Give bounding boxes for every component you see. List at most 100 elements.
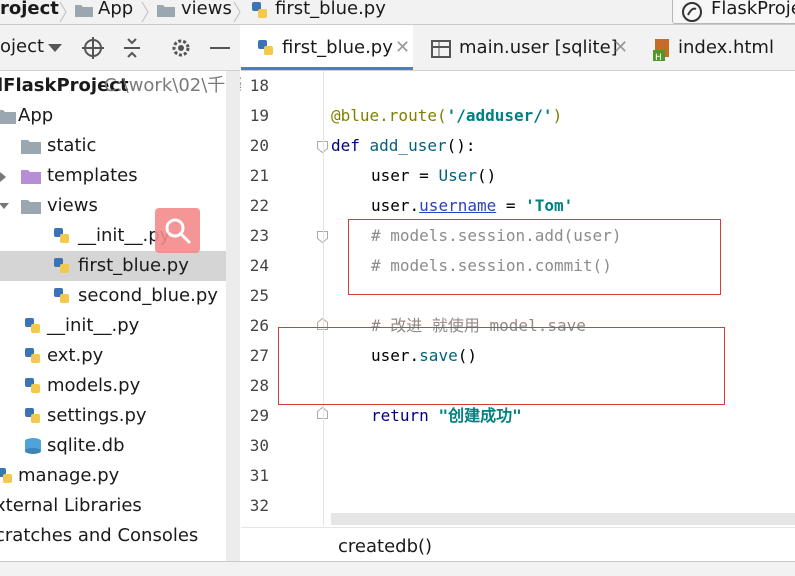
tab-first-blue[interactable]: first_blue.py ✕ xyxy=(241,25,413,70)
chevron-right-icon xyxy=(233,1,241,23)
tree-item-first-blue[interactable]: first_blue.py xyxy=(0,251,240,281)
code-editor[interactable]: @blue.route('/adduser/') def add_user():… xyxy=(278,71,795,526)
folder-icon xyxy=(157,5,175,17)
code-token: = xyxy=(496,196,526,215)
tree-item-sqlite-db[interactable]: sqlite.db xyxy=(0,431,240,461)
tab-label: main.user [sqlite] xyxy=(459,37,618,58)
editor-gutter: 18 19 20 21 22 23 24 25 26 27 28 29 30 3… xyxy=(241,71,331,526)
tree-item-scratches[interactable]: cratches and Consoles xyxy=(0,521,240,551)
tab-main-user-sqlite[interactable]: main.user [sqlite] ✕ xyxy=(413,25,635,70)
line-number: 24 xyxy=(249,256,269,275)
navigation-bar: roject App views first_blue.py FlaskProj… xyxy=(0,0,795,25)
line-number: 29 xyxy=(249,406,269,425)
close-icon[interactable]: ✕ xyxy=(613,37,628,58)
tree-item-label: templates xyxy=(47,165,138,186)
chevron-down-icon[interactable] xyxy=(0,203,9,210)
tree-item-external-libraries[interactable]: xternal Libraries xyxy=(0,491,240,521)
chevron-right-icon[interactable] xyxy=(0,172,6,182)
breadcrumb-app[interactable]: App xyxy=(98,0,133,23)
code-line-20: def add_user(): xyxy=(331,131,476,161)
code-line-29: return "创建成功" xyxy=(371,401,522,431)
line-number: 20 xyxy=(249,136,269,155)
editor-horizontal-scrollbar[interactable] xyxy=(331,513,795,525)
folder-icon xyxy=(21,170,41,184)
folder-icon xyxy=(75,5,93,17)
tree-item-ext[interactable]: ext.py xyxy=(0,341,240,371)
project-tree: lFlaskProject C:\work\02\千锋 App static t… xyxy=(0,71,243,561)
python-file-icon xyxy=(54,228,69,243)
breadcrumb-file[interactable]: first_blue.py xyxy=(275,0,386,23)
tree-item-label: sqlite.db xyxy=(47,435,125,456)
annotation-box xyxy=(348,219,721,295)
line-number: 30 xyxy=(249,436,269,455)
code-token: user = xyxy=(371,166,439,185)
tab-index-html[interactable]: H index.html xyxy=(635,25,795,70)
tree-item-views-init[interactable]: __init__.py xyxy=(0,221,240,251)
folder-icon xyxy=(21,200,41,214)
tree-item-label: cratches and Consoles xyxy=(0,525,199,546)
tree-item-manage[interactable]: manage.py xyxy=(0,461,240,491)
line-number: 31 xyxy=(249,466,269,485)
tree-item-label: __init__.py xyxy=(47,315,140,336)
collapse-icon[interactable] xyxy=(122,37,142,59)
code-token: add_user xyxy=(369,136,447,155)
annotation-box xyxy=(278,327,725,405)
tree-item-settings[interactable]: settings.py xyxy=(0,401,240,431)
target-icon[interactable] xyxy=(82,37,104,59)
tree-item-templates[interactable]: templates xyxy=(0,161,240,191)
code-token: ) xyxy=(552,106,563,125)
tree-item-label: second_blue.py xyxy=(78,285,218,306)
tree-item-second-blue[interactable]: second_blue.py xyxy=(0,281,240,311)
line-number: 25 xyxy=(249,286,269,305)
tree-item-label: first_blue.py xyxy=(78,255,189,276)
gutter-divider xyxy=(323,71,324,526)
tree-item-app[interactable]: App xyxy=(0,101,240,131)
breadcrumb-project[interactable]: roject xyxy=(0,0,59,23)
folder-icon xyxy=(21,140,41,154)
code-token: @blue.route( xyxy=(331,106,447,125)
chevron-down-icon[interactable] xyxy=(48,44,62,54)
breadcrumb-views[interactable]: views xyxy=(181,0,232,23)
database-icon xyxy=(25,438,41,454)
chevron-right-icon xyxy=(59,1,67,23)
code-token: User xyxy=(438,166,477,185)
project-tree-scrollbar[interactable] xyxy=(226,71,240,561)
tree-item-label: xternal Libraries xyxy=(0,495,142,516)
python-file-icon xyxy=(0,468,12,483)
tree-item-views[interactable]: views xyxy=(0,191,240,221)
line-number: 26 xyxy=(249,316,269,335)
tree-item-root[interactable]: lFlaskProject C:\work\02\千锋 xyxy=(0,71,243,101)
tree-item-static[interactable]: static xyxy=(0,131,240,161)
line-number: 22 xyxy=(249,196,269,215)
code-line-22: user.username = 'Tom' xyxy=(371,191,573,221)
project-view-title[interactable]: oject xyxy=(0,36,44,57)
line-number: 28 xyxy=(249,376,269,395)
run-configuration-selector[interactable]: FlaskProje xyxy=(672,0,795,24)
tree-item-label: manage.py xyxy=(18,465,120,486)
python-file-icon xyxy=(54,288,69,303)
search-overlay-button[interactable] xyxy=(155,208,200,253)
code-line-19: @blue.route('/adduser/') xyxy=(331,101,562,131)
python-file-icon xyxy=(258,40,273,55)
code-token: (): xyxy=(446,136,476,155)
gear-icon[interactable] xyxy=(170,37,192,59)
tab-label: index.html xyxy=(678,37,774,58)
code-breadcrumb-function[interactable]: createdb() xyxy=(338,536,432,557)
tab-label: first_blue.py xyxy=(282,37,393,58)
tree-item-app-init[interactable]: __init__.py xyxy=(0,311,240,341)
tree-item-models[interactable]: models.py xyxy=(0,371,240,401)
line-number: 23 xyxy=(249,226,269,245)
minimize-icon[interactable] xyxy=(210,47,230,51)
code-token: username xyxy=(419,196,497,215)
tree-item-label: static xyxy=(47,135,97,156)
line-number: 18 xyxy=(249,76,269,95)
code-token: user. xyxy=(371,196,420,215)
search-icon xyxy=(165,218,192,245)
close-icon[interactable]: ✕ xyxy=(395,37,410,58)
project-toolbar: oject xyxy=(0,25,240,71)
code-token: "创建成功" xyxy=(438,406,522,425)
python-file-icon xyxy=(25,348,40,363)
line-number: 19 xyxy=(249,106,269,125)
line-number: 27 xyxy=(249,346,269,365)
svg-text:H: H xyxy=(655,53,662,61)
